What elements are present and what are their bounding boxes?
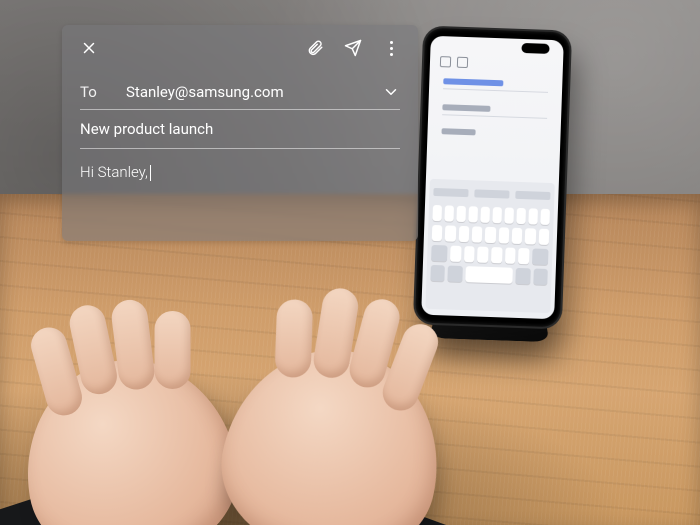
camera-cutout	[521, 43, 549, 54]
phone-keyboard	[425, 179, 554, 313]
phone-toolbar	[440, 56, 553, 76]
phone-body-text	[441, 128, 475, 135]
chevron-down-icon[interactable]	[382, 83, 400, 101]
to-label: To	[80, 83, 108, 101]
text-cursor	[150, 165, 151, 181]
phone-to-field	[443, 88, 548, 93]
to-value: Stanley@samsung.com	[126, 83, 364, 101]
phone-subject-field	[442, 114, 547, 119]
more-vertical-icon[interactable]	[382, 41, 400, 56]
subject-field[interactable]: New product launch	[80, 110, 400, 149]
paperclip-icon[interactable]	[306, 39, 324, 57]
phone-on-stand	[415, 28, 570, 328]
subject-text: New product launch	[80, 120, 213, 138]
to-field[interactable]: To Stanley@samsung.com	[80, 75, 400, 110]
phone-screen	[421, 36, 564, 319]
email-compose-overlay: To Stanley@samsung.com New product launc…	[62, 25, 418, 241]
close-icon[interactable]	[80, 39, 98, 57]
body-text: Hi Stanley,	[80, 163, 148, 181]
body-field[interactable]: Hi Stanley,	[80, 149, 400, 181]
send-icon[interactable]	[344, 39, 362, 57]
smartphone	[415, 28, 570, 328]
